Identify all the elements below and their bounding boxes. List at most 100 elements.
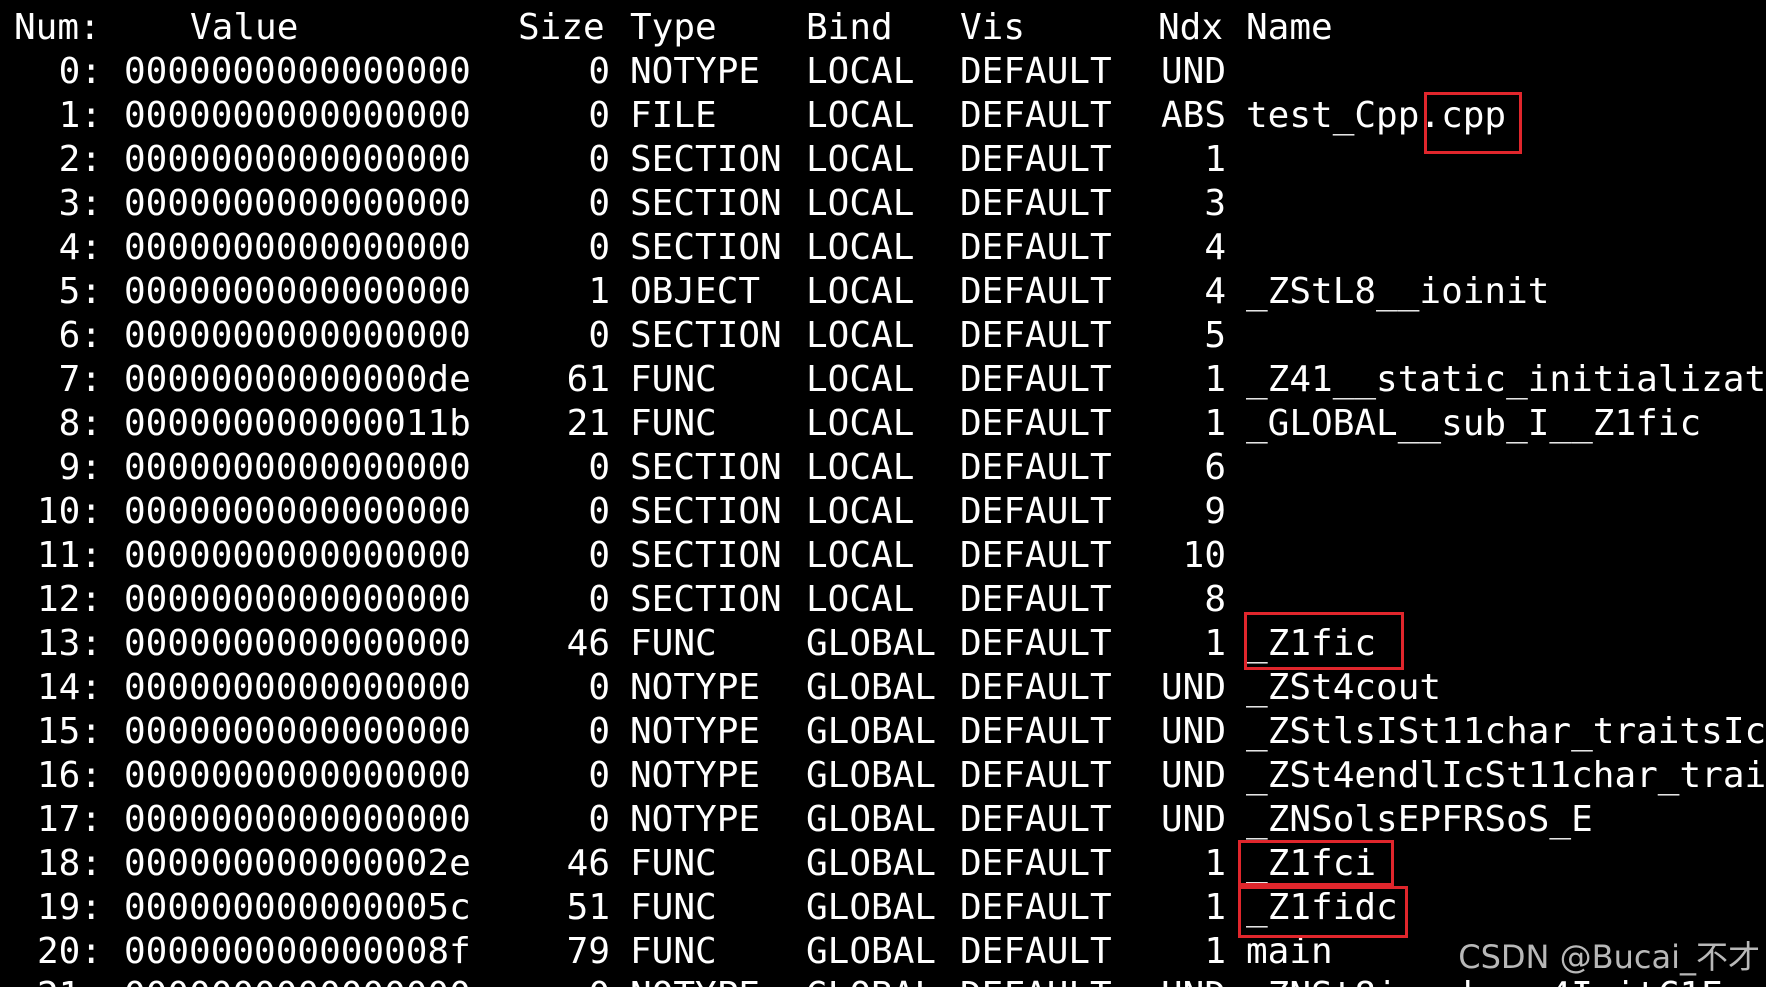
table-row: 15: 0000000000000000 0 NOTYPE GLOBAL DEFAULT U…	[0, 710, 1766, 754]
cell-value: 0000000000000000	[124, 183, 471, 224]
cell-name: _ZStL8__ioinit	[1246, 271, 1550, 312]
table-row: 3: 0000000000000000 0 SECTION LOCAL DEFAULT 3	[0, 182, 1766, 226]
cell-ndx: 6	[1204, 447, 1226, 488]
cell-ndx: UND	[1160, 755, 1226, 796]
cell-vis: DEFAULT	[960, 139, 1112, 180]
cell-type: SECTION	[630, 447, 782, 488]
cell-ndx: UND	[1160, 711, 1226, 752]
cell-bind: GLOBAL	[806, 755, 937, 796]
cell-size: 0	[588, 667, 610, 708]
cell-bind: GLOBAL	[806, 711, 937, 752]
highlight-box-z1fic	[1244, 612, 1404, 670]
cell-size: 46	[566, 843, 610, 884]
cell-vis: DEFAULT	[960, 403, 1112, 444]
header-ndx: Ndx	[1158, 7, 1224, 48]
cell-bind: GLOBAL	[806, 799, 937, 840]
cell-value: 0000000000000000	[124, 139, 471, 180]
cell-value: 0000000000000000	[124, 491, 471, 532]
cell-bind: LOCAL	[806, 315, 915, 356]
cell-size: 0	[588, 139, 610, 180]
cell-vis: DEFAULT	[960, 755, 1112, 796]
cell-size: 0	[588, 183, 610, 224]
cell-vis: DEFAULT	[960, 447, 1112, 488]
cell-num: 2:	[58, 139, 102, 180]
cell-bind: LOCAL	[806, 403, 915, 444]
cell-size: 0	[588, 227, 610, 268]
cell-vis: DEFAULT	[960, 887, 1112, 928]
cell-type: SECTION	[630, 491, 782, 532]
csdn-watermark: CSDN @Bucai_不才	[1458, 938, 1760, 976]
cell-size: 0	[588, 491, 610, 532]
cell-size: 0	[588, 315, 610, 356]
cell-name: _ZStlsISt11char_traitsIc	[1246, 711, 1766, 752]
highlight-box-cpp-extension	[1424, 92, 1522, 154]
highlight-box-z1fidc	[1238, 886, 1408, 938]
cell-bind: GLOBAL	[806, 667, 937, 708]
cell-ndx: 1	[1204, 623, 1226, 664]
terminal-window[interactable]: Num: Value Size Type Bind Vis Ndx Name 0…	[0, 0, 1766, 987]
cell-value: 0000000000000000	[124, 51, 471, 92]
cell-bind: GLOBAL	[806, 623, 937, 664]
table-row: 7: 00000000000000de 61 FUNC LOCAL DEFAULT 1 _Z4…	[0, 358, 1766, 402]
table-row: 0: 0000000000000000 0 NOTYPE LOCAL DEFAULT UND	[0, 50, 1766, 94]
cell-vis: DEFAULT	[960, 491, 1112, 532]
cell-bind: LOCAL	[806, 579, 915, 620]
cell-value: 0000000000000000	[124, 271, 471, 312]
cell-vis: DEFAULT	[960, 535, 1112, 576]
cell-type: NOTYPE	[630, 755, 761, 796]
cell-num: 1:	[58, 95, 102, 136]
cell-vis: DEFAULT	[960, 359, 1112, 400]
cell-type: SECTION	[630, 183, 782, 224]
cell-vis: DEFAULT	[960, 183, 1112, 224]
cell-vis: DEFAULT	[960, 711, 1112, 752]
cell-num: 20:	[36, 931, 102, 972]
cell-name: _ZSt4cout	[1246, 667, 1442, 708]
cell-ndx: 3	[1204, 183, 1226, 224]
cell-value: 0000000000000000	[124, 667, 471, 708]
cell-ndx: 1	[1204, 359, 1226, 400]
cell-size: 1	[588, 271, 610, 312]
cell-num: 17:	[36, 799, 102, 840]
cell-value: 000000000000011b	[124, 403, 471, 444]
cell-value: 0000000000000000	[124, 755, 471, 796]
cell-ndx: 1	[1204, 887, 1226, 928]
cell-value: 0000000000000000	[124, 95, 471, 136]
cell-vis: DEFAULT	[960, 579, 1112, 620]
cell-type: NOTYPE	[630, 667, 761, 708]
cell-size: 51	[566, 887, 610, 928]
cell-ndx: 5	[1204, 315, 1226, 356]
cell-ndx: 1	[1204, 843, 1226, 884]
cell-num: 14:	[36, 667, 102, 708]
cell-type: FUNC	[630, 887, 717, 928]
cell-type: NOTYPE	[630, 974, 800, 987]
table-row: 12: 0000000000000000 0 SECTION LOCAL DEFAULT 8	[0, 578, 1766, 622]
cell-vis: DEFAULT	[960, 974, 1140, 987]
cell-bind: LOCAL	[806, 271, 915, 312]
cell-value: 0000000000000000	[124, 535, 471, 576]
cell-num: 13:	[36, 623, 102, 664]
cell-bind: LOCAL	[806, 227, 915, 268]
cell-ndx: 4	[1204, 227, 1226, 268]
cell-value: 000000000000002e	[124, 843, 471, 884]
cell-ndx: 9	[1204, 491, 1226, 532]
table-row: 18: 000000000000002e 46 FUNC GLOBAL DEFAULT 1 _…	[0, 842, 1766, 886]
cell-type: FUNC	[630, 931, 717, 972]
cell-type: SECTION	[630, 227, 782, 268]
cell-bind: LOCAL	[806, 95, 915, 136]
cell-value: 00000000000000de	[124, 359, 471, 400]
cell-type: SECTION	[630, 139, 782, 180]
cell-value: 0000000000000000	[124, 315, 471, 356]
cell-value: 0000000000000000	[124, 799, 471, 840]
cell-bind: LOCAL	[806, 183, 915, 224]
cell-vis: DEFAULT	[960, 271, 1112, 312]
cell-type: NOTYPE	[630, 711, 761, 752]
cell-size: 46	[566, 623, 610, 664]
cell-num: 18:	[36, 843, 102, 884]
table-row: 14: 0000000000000000 0 NOTYPE GLOBAL DEFAULT U…	[0, 666, 1766, 710]
cell-ndx: UND	[1160, 51, 1226, 92]
cell-type: FUNC	[630, 403, 717, 444]
cell-bind: LOCAL	[806, 491, 915, 532]
cell-num: 4:	[58, 227, 102, 268]
cell-value: 0000000000000000	[124, 227, 471, 268]
cell-size: 0	[588, 755, 610, 796]
